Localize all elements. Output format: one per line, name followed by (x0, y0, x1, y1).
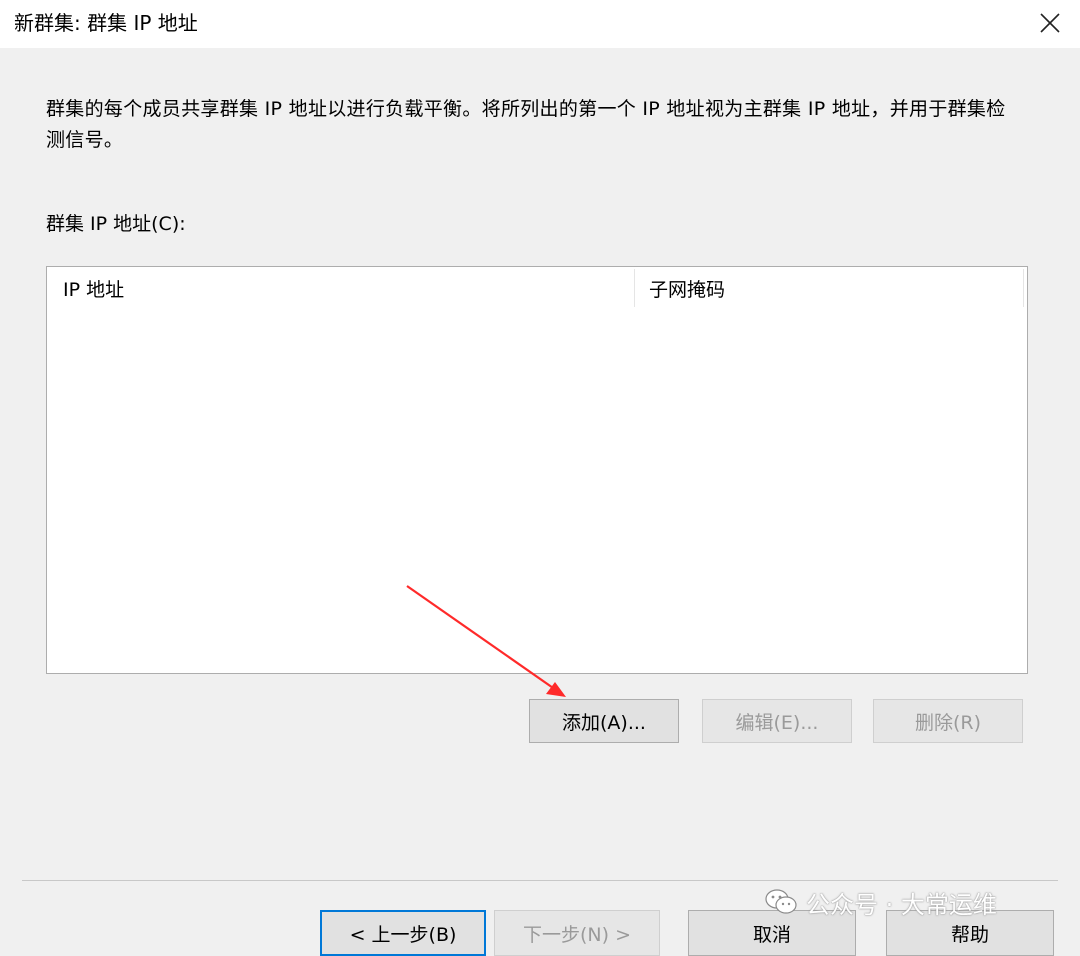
watermark-text: 公众号 · 大常运维 (806, 890, 997, 919)
close-button[interactable] (1020, 0, 1080, 46)
ip-address-list[interactable]: IP 地址 子网掩码 (46, 266, 1028, 674)
title-bar: 新群集: 群集 IP 地址 (0, 0, 1080, 48)
list-header: IP 地址 子网掩码 (47, 267, 1027, 309)
column-header-ip-address[interactable]: IP 地址 (63, 277, 124, 303)
close-icon (1040, 13, 1060, 33)
window-title: 新群集: 群集 IP 地址 (14, 11, 198, 35)
next-button: 下一步(N) > (494, 910, 660, 956)
delete-button: 删除(R) (873, 699, 1023, 743)
column-divider[interactable] (1023, 269, 1024, 307)
back-button[interactable]: < 上一步(B) (320, 910, 486, 956)
footer-divider (22, 880, 1058, 881)
edit-button: 编辑(E)... (702, 699, 852, 743)
column-divider[interactable] (634, 269, 635, 307)
wechat-icon (765, 889, 797, 914)
page-description: 群集的每个成员共享群集 IP 地址以进行负载平衡。将所列出的第一个 IP 地址视… (46, 98, 1006, 151)
add-button[interactable]: 添加(A)... (529, 699, 679, 743)
column-header-subnet-mask[interactable]: 子网掩码 (649, 277, 725, 303)
watermark: 公众号 · 大常运维 (764, 882, 997, 922)
ip-list-label: 群集 IP 地址(C): (46, 213, 186, 235)
